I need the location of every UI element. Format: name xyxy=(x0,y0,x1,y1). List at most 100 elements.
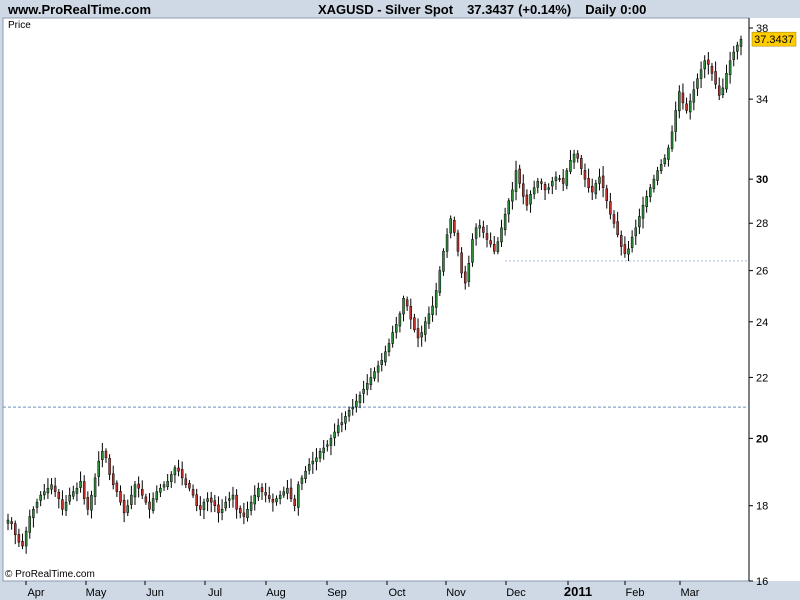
candle-down xyxy=(289,487,293,499)
candle-down xyxy=(543,184,547,191)
y-tick-label: 16 xyxy=(756,576,768,588)
candle-down xyxy=(177,467,180,472)
y-tick-label: 28 xyxy=(756,218,768,230)
candle-down xyxy=(561,177,565,184)
y-tick-label: 24 xyxy=(756,317,768,329)
candle-up xyxy=(162,484,166,488)
candle-down xyxy=(576,153,579,159)
candle-down xyxy=(463,271,467,284)
candle-up xyxy=(739,38,743,47)
candle-up xyxy=(159,487,162,493)
candle-up xyxy=(220,509,224,513)
candle-up xyxy=(634,227,638,237)
candle-up xyxy=(72,491,75,497)
candle-up xyxy=(351,406,354,410)
candle-up xyxy=(300,477,304,484)
candle-down xyxy=(188,483,191,489)
candle-down xyxy=(217,504,220,514)
candle-up xyxy=(97,460,100,477)
x-tick-label: Jun xyxy=(146,587,164,599)
candle-down xyxy=(235,494,238,510)
candle-up xyxy=(166,481,169,487)
candle-up xyxy=(434,290,438,308)
candle-up xyxy=(202,501,206,510)
copyright-notice: © ProRealTime.com xyxy=(5,569,95,580)
y-tick-label: 26 xyxy=(756,266,768,278)
candle-up xyxy=(155,491,159,500)
candle-up xyxy=(645,196,648,207)
candle-down xyxy=(180,469,184,479)
candle-up xyxy=(445,234,449,252)
candle-up xyxy=(278,494,282,499)
candle-down xyxy=(104,450,108,459)
candle-up xyxy=(496,241,500,252)
candle-down xyxy=(61,499,64,510)
candle-up xyxy=(355,400,358,408)
candle-up xyxy=(376,365,380,373)
candle-up xyxy=(402,298,405,315)
candle-up xyxy=(391,332,394,344)
candle-down xyxy=(111,473,115,485)
candle-up xyxy=(75,487,79,494)
candle-up xyxy=(478,225,481,229)
candle-down xyxy=(137,483,140,489)
candle-up xyxy=(307,464,311,471)
candle-up xyxy=(253,494,257,505)
candle-down xyxy=(141,488,144,496)
candle-up xyxy=(333,431,336,439)
candle-down xyxy=(184,478,188,485)
candle-down xyxy=(260,487,264,492)
y-tick-label: 20 xyxy=(756,433,768,445)
candle-up xyxy=(678,91,681,112)
x-tick-label: Sep xyxy=(327,587,347,599)
candle-down xyxy=(522,183,525,197)
candle-up xyxy=(32,509,35,518)
candle-down xyxy=(710,66,714,74)
candle-down xyxy=(583,170,587,180)
candle-down xyxy=(144,496,148,503)
candle-up xyxy=(231,494,235,500)
candle-down xyxy=(453,220,456,233)
candle-up xyxy=(594,183,598,195)
candle-up xyxy=(329,438,333,446)
x-tick-label: May xyxy=(86,587,107,599)
candle-up xyxy=(699,69,703,79)
candle-down xyxy=(485,233,489,240)
candle-up xyxy=(101,451,104,460)
candle-up xyxy=(93,477,97,497)
candle-up xyxy=(431,305,434,315)
candle-up xyxy=(249,501,253,511)
candle-up xyxy=(449,218,452,234)
candle-up xyxy=(569,159,572,172)
candle-up xyxy=(43,491,46,496)
candle-up xyxy=(362,388,365,394)
y-tick-label: 22 xyxy=(756,372,768,384)
candle-up xyxy=(725,73,728,90)
candle-up xyxy=(318,451,322,459)
price-chart[interactable]: Price 16182022242628303438 Apr May Jun Jul A… xyxy=(0,0,800,600)
candle-up xyxy=(395,324,398,333)
candle-down xyxy=(489,240,492,245)
candle-up xyxy=(696,78,699,89)
y-tick-label: 30 xyxy=(756,174,768,186)
candle-down xyxy=(53,485,57,492)
candle-up xyxy=(424,321,427,335)
x-tick-label: Oct xyxy=(388,587,405,599)
candle-down xyxy=(717,85,721,96)
candle-up xyxy=(551,181,554,187)
candle-up xyxy=(347,409,351,417)
candle-down xyxy=(601,175,605,188)
candle-down xyxy=(119,491,122,503)
candle-up xyxy=(304,470,307,480)
candle-up xyxy=(398,313,402,327)
candle-up xyxy=(438,270,442,293)
candle-up xyxy=(326,444,329,447)
candle-up xyxy=(598,176,601,184)
candle-up xyxy=(369,377,373,386)
candle-down xyxy=(492,244,496,252)
candle-up xyxy=(427,313,431,324)
candle-up xyxy=(536,181,540,188)
candle-down xyxy=(416,328,420,339)
candle-down xyxy=(213,500,217,506)
x-tick-label: Mar xyxy=(681,587,700,599)
